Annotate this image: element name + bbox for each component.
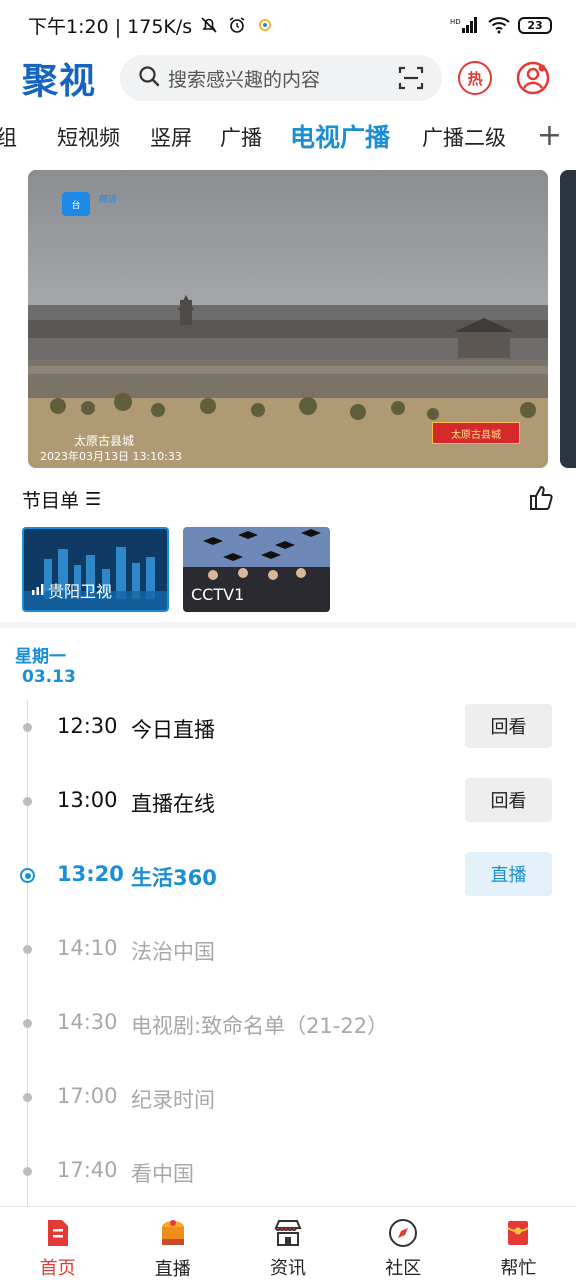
audio-bars-icon: [32, 580, 44, 599]
program-time: 12:30: [57, 714, 118, 738]
compass-icon: [387, 1217, 419, 1248]
timeline-dot: [23, 1167, 32, 1176]
search-placeholder: 搜索感兴趣的内容: [168, 68, 321, 91]
nav-news[interactable]: 资讯: [230, 1207, 345, 1280]
search-bar[interactable]: 搜索感兴趣的内容: [120, 55, 442, 101]
nav-label: 帮忙: [500, 1258, 537, 1279]
program-time: 13:00: [57, 788, 118, 812]
app-logo: 聚视: [22, 60, 97, 102]
timeline-dot: [23, 723, 32, 732]
live-indicator-dot: [20, 868, 35, 883]
program-title: 法治中国: [131, 940, 215, 964]
alarm-clock-icon: [226, 14, 248, 36]
tab-tv-broadcast[interactable]: 电视广播: [290, 118, 390, 154]
schedule-row-live[interactable]: 13:20 生活360 直播: [0, 852, 576, 898]
channel-logo: 台: [62, 192, 90, 216]
bottom-navigation: 首页 直播 资讯 社区 帮忙: [0, 1206, 576, 1280]
channel-name: 贵阳卫视: [48, 582, 113, 601]
location-tag: 太原古县城: [432, 422, 520, 444]
battery-indicator: 23: [518, 16, 552, 34]
program-title: 今日直播: [131, 718, 215, 742]
program-title: 纪录时间: [131, 1088, 215, 1112]
program-list-header[interactable]: 节目单 ☰: [22, 486, 101, 513]
mute-bell-icon: [198, 14, 220, 36]
program-title: 直播在线: [131, 792, 215, 816]
search-icon: [138, 65, 160, 91]
add-tab-button[interactable]: +: [537, 118, 562, 153]
live-cake-icon: [157, 1217, 189, 1249]
nav-label: 直播: [154, 1259, 191, 1280]
network-type-text: HD: [450, 18, 461, 26]
program-title: 看中国: [131, 1162, 194, 1186]
signal-icon: HD: [450, 14, 480, 36]
category-tabs: 组 短视频 竖屏 广播 电视广播 广播二级 +: [0, 112, 576, 162]
thumbs-up-icon[interactable]: [528, 484, 556, 512]
program-time: 14:30: [57, 1010, 118, 1034]
app-notification-icon: [254, 14, 276, 36]
nav-home[interactable]: 首页: [0, 1207, 115, 1280]
nav-label: 社区: [385, 1258, 422, 1279]
program-title: 电视剧:致命名单（21-22）: [131, 1014, 389, 1038]
program-list-menu-icon: ☰: [85, 489, 102, 510]
program-list-title: 节目单: [22, 490, 80, 512]
program-time: 13:20: [57, 862, 124, 886]
schedule-row[interactable]: 14:30 电视剧:致命名单（21-22）: [0, 1000, 576, 1046]
nav-community[interactable]: 社区: [346, 1207, 461, 1280]
store-icon: [272, 1217, 304, 1248]
camera-location-caption: 太原古县城: [74, 434, 135, 448]
camera-timestamp: 2023年03月13日 13:10:33: [40, 450, 182, 463]
red-envelope-icon: [502, 1217, 534, 1248]
tab-vertical[interactable]: 竖屏: [150, 122, 192, 152]
nav-live[interactable]: 直播: [115, 1207, 230, 1280]
schedule-row[interactable]: 14:10 法治中国: [0, 926, 576, 972]
timeline-dot: [23, 797, 32, 806]
schedule-row[interactable]: 13:00 直播在线 回看: [0, 778, 576, 824]
timeline-dot: [23, 945, 32, 954]
timeline-dot: [23, 1019, 32, 1028]
live-button[interactable]: 直播: [465, 852, 552, 896]
scan-icon[interactable]: [394, 61, 428, 95]
tab-short-video[interactable]: 短视频: [57, 122, 120, 152]
tab-radio-secondary[interactable]: 广播二级: [422, 122, 506, 152]
schedule-row[interactable]: 17:00 纪录时间: [0, 1074, 576, 1120]
program-time: 17:40: [57, 1158, 118, 1182]
program-time: 17:00: [57, 1084, 118, 1108]
status-bar: 下午1:20 | 175K/s HD 23: [0, 0, 576, 50]
replay-button[interactable]: 回看: [465, 704, 552, 748]
hot-button[interactable]: 热: [458, 61, 492, 95]
program-title: 生活360: [131, 866, 217, 890]
schedule-date[interactable]: 03.13: [22, 667, 76, 687]
schedule-day[interactable]: 星期一: [15, 642, 66, 667]
nav-help[interactable]: 帮忙: [461, 1207, 576, 1280]
channel-card-guiyang[interactable]: 贵阳卫视: [22, 527, 169, 612]
status-time-speed: 下午1:20 | 175K/s: [28, 15, 193, 38]
tab-group[interactable]: 组: [0, 122, 17, 152]
next-video-peek[interactable]: [560, 170, 576, 468]
tab-radio[interactable]: 广播: [220, 122, 262, 152]
schedule-row[interactable]: 12:30 今日直播 回看: [0, 704, 576, 750]
schedule-row[interactable]: 17:40 看中国: [0, 1148, 576, 1194]
nav-label: 首页: [39, 1258, 76, 1279]
home-doc-icon: [42, 1217, 74, 1248]
user-profile-icon[interactable]: [516, 61, 550, 95]
live-video-player[interactable]: 台 精选 太原古县城 2023年03月13日 13:10:33 太原古县城: [28, 170, 548, 468]
nav-label: 资讯: [270, 1258, 306, 1279]
channel-card-cctv1[interactable]: CCTV1: [183, 527, 330, 612]
replay-button[interactable]: 回看: [465, 778, 552, 822]
program-time: 14:10: [57, 936, 118, 960]
wifi-icon: [488, 14, 510, 36]
timeline-dot: [23, 1093, 32, 1102]
channel-name: CCTV1: [191, 585, 245, 604]
app-header: 聚视 搜索感兴趣的内容 热: [0, 52, 576, 104]
watermark-logo: 精选: [98, 195, 117, 205]
